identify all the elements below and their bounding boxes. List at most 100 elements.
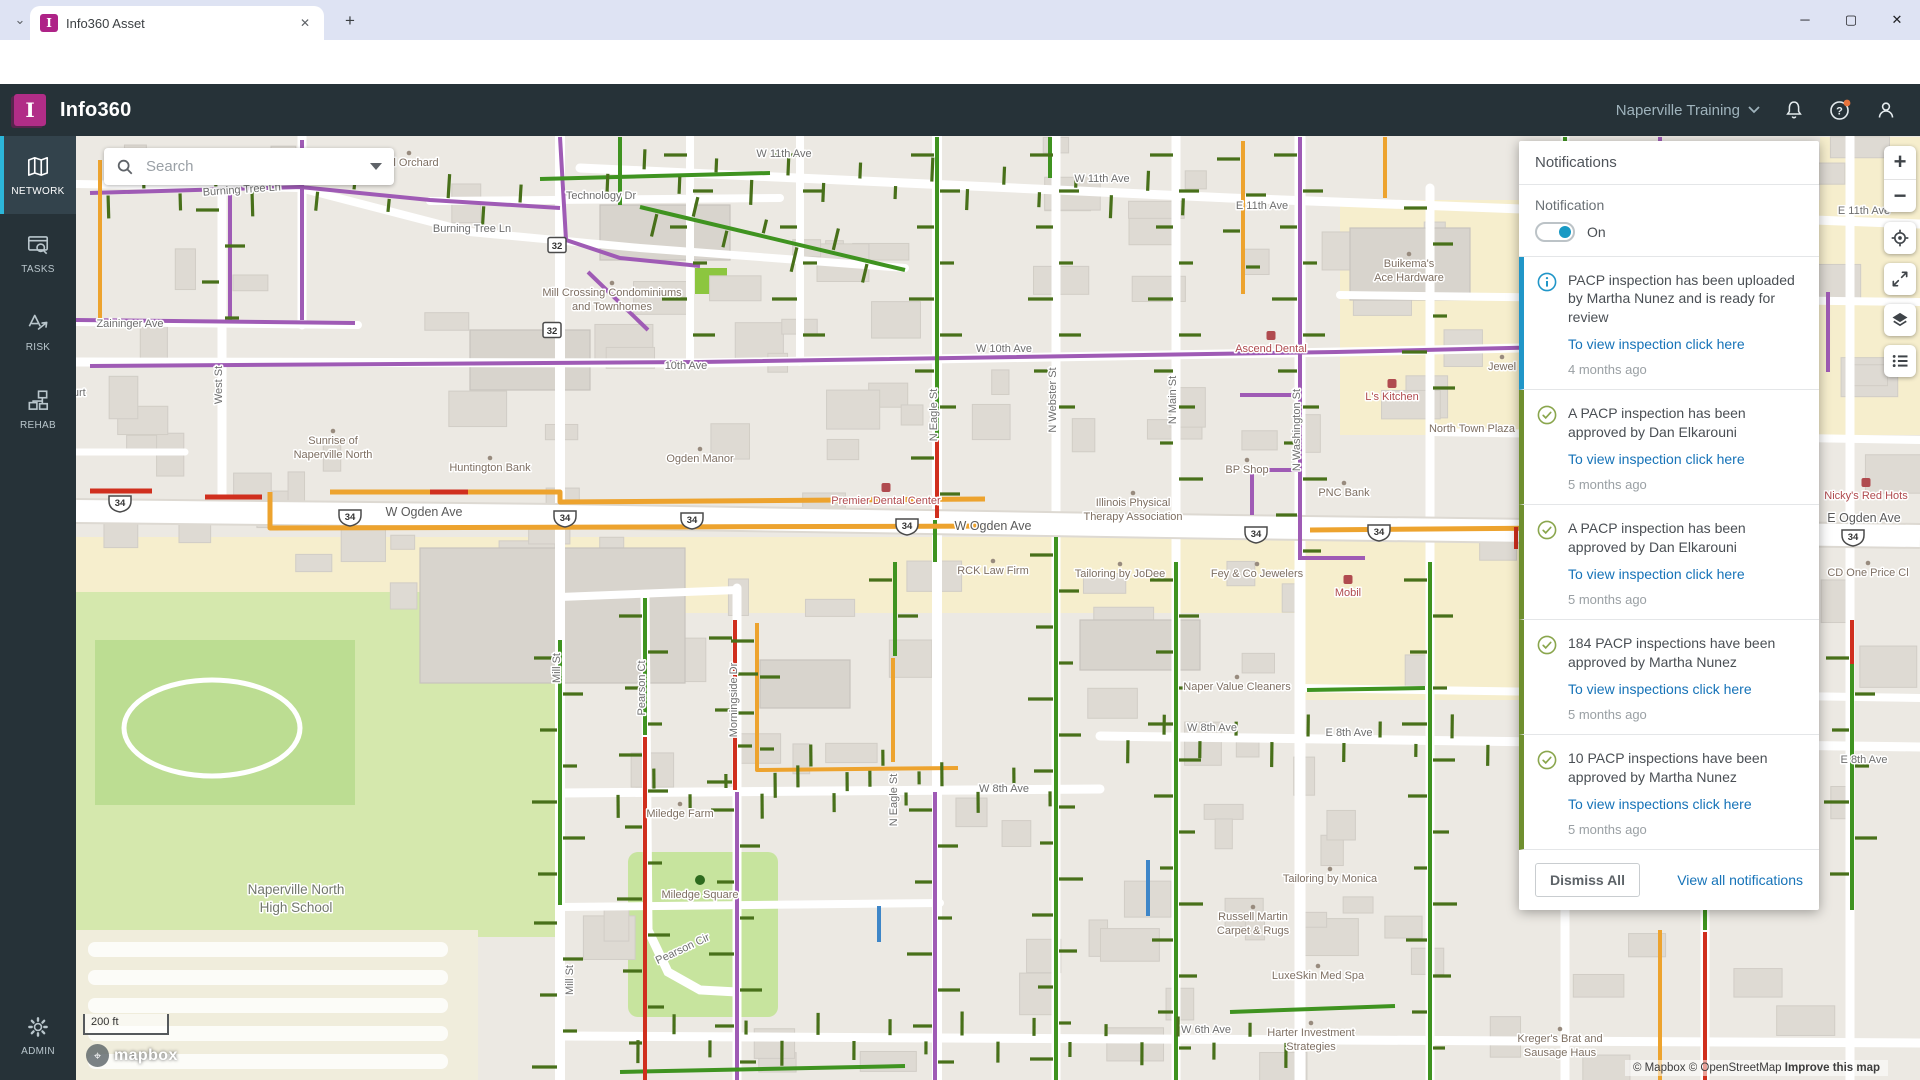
notification-timestamp: 5 months ago xyxy=(1568,477,1805,492)
svg-text:10th Ave: 10th Ave xyxy=(665,360,708,372)
notification-item: 184 PACP inspections have been approved … xyxy=(1519,620,1819,735)
svg-text:Nicky's Red Hots: Nicky's Red Hots xyxy=(1824,490,1908,502)
search-input[interactable] xyxy=(144,157,360,176)
attribution-text[interactable]: © Mapbox © OpenStreetMap xyxy=(1633,1062,1782,1074)
svg-text:Naperville North: Naperville North xyxy=(248,882,345,897)
browser-tab[interactable]: I Info360 Asset ✕ xyxy=(30,6,324,40)
svg-text:and Townhomes: and Townhomes xyxy=(572,301,652,313)
chevron-down-icon xyxy=(1748,106,1760,114)
risk-icon xyxy=(25,310,51,336)
info360-logo-icon: I xyxy=(14,94,46,126)
notification-link[interactable]: To view inspection click here xyxy=(1568,566,1805,582)
new-tab-button[interactable]: + xyxy=(338,9,362,33)
notification-toggle-label: Notification xyxy=(1535,197,1803,213)
sidebar-item-admin[interactable]: ADMIN xyxy=(0,996,76,1074)
rehab-icon xyxy=(25,388,51,414)
sidebar-nav: NETWORK TASKS RISK R xyxy=(0,136,76,1080)
svg-text:Sausage Haus: Sausage Haus xyxy=(1524,1047,1597,1059)
svg-text:Harter Investment: Harter Investment xyxy=(1267,1027,1354,1039)
notification-link[interactable]: To view inspections click here xyxy=(1568,796,1805,812)
svg-text:Mill St: Mill St xyxy=(564,965,576,995)
svg-text:E 8th Ave: E 8th Ave xyxy=(1326,727,1373,739)
svg-text:34: 34 xyxy=(1251,529,1262,540)
notification-timestamp: 5 months ago xyxy=(1568,592,1805,607)
notification-toggle-state: On xyxy=(1587,224,1606,240)
window-maximize-button[interactable]: ▢ xyxy=(1828,0,1874,40)
svg-text:Premier Dental Center: Premier Dental Center xyxy=(831,495,941,507)
tab-close-icon[interactable]: ✕ xyxy=(296,14,314,32)
network-map-icon xyxy=(25,154,51,180)
sidebar-item-tasks[interactable]: TASKS xyxy=(0,214,76,292)
mapbox-logo[interactable]: ⌖ mapbox xyxy=(86,1044,178,1067)
notification-item: PACP inspection has been uploaded by Mar… xyxy=(1519,257,1819,390)
user-account-icon[interactable] xyxy=(1874,98,1898,122)
svg-text:Kreger's Brat and: Kreger's Brat and xyxy=(1517,1033,1602,1045)
sidebar-label-risk: RISK xyxy=(26,342,51,353)
layers-button[interactable] xyxy=(1884,304,1916,336)
notification-message: 10 PACP inspections have been approved b… xyxy=(1568,749,1805,786)
notifications-bell-icon[interactable] xyxy=(1782,98,1806,122)
svg-text:Naperville North: Naperville North xyxy=(294,449,373,461)
view-all-notifications-link[interactable]: View all notifications xyxy=(1677,872,1803,888)
sidebar-item-network[interactable]: NETWORK xyxy=(0,136,76,214)
svg-text:W 8th Ave: W 8th Ave xyxy=(1187,722,1237,734)
notification-timestamp: 5 months ago xyxy=(1568,822,1805,837)
notification-message: A PACP inspection has been approved by D… xyxy=(1568,519,1805,556)
zoom-in-button[interactable]: + xyxy=(1884,146,1916,180)
sidebar-label-admin: ADMIN xyxy=(21,1046,55,1057)
svg-text:E 11th Ave: E 11th Ave xyxy=(1838,205,1890,217)
svg-text:Jewel: Jewel xyxy=(1488,361,1516,373)
sidebar-item-rehab[interactable]: REHAB xyxy=(0,370,76,448)
svg-text:Buikema's: Buikema's xyxy=(1384,258,1435,270)
svg-text:CD One Price Cl: CD One Price Cl xyxy=(1827,567,1908,579)
help-icon[interactable]: ? xyxy=(1828,98,1852,122)
sidebar-item-risk[interactable]: RISK xyxy=(0,292,76,370)
notification-toggle[interactable] xyxy=(1535,222,1575,242)
app-title: Info360 xyxy=(60,99,131,122)
notifications-panel-footer: Dismiss All View all notifications xyxy=(1519,850,1819,910)
notification-timestamp: 5 months ago xyxy=(1568,707,1805,722)
notifications-panel-title: Notifications xyxy=(1519,141,1819,185)
browser-toolbar: ← → ⟳ asset.info360.com/map#/map/streets… xyxy=(0,40,1920,84)
notification-link[interactable]: To view inspection click here xyxy=(1568,336,1805,352)
svg-text:W Ogden Ave: W Ogden Ave xyxy=(955,519,1032,533)
svg-text:Russell Martin: Russell Martin xyxy=(1218,911,1288,923)
notification-link[interactable]: To view inspection click here xyxy=(1568,451,1805,467)
svg-text:N Eagle St: N Eagle St xyxy=(928,389,940,442)
browser-tab-strip: ⌄ I Info360 Asset ✕ + ─ ▢ ✕ xyxy=(0,0,1920,40)
search-dropdown-caret-icon[interactable] xyxy=(370,163,382,170)
info-icon xyxy=(1537,272,1557,292)
window-close-button[interactable]: ✕ xyxy=(1874,0,1920,40)
svg-text:Ace Hardware: Ace Hardware xyxy=(1374,272,1444,284)
fullscreen-button[interactable] xyxy=(1884,263,1916,295)
tab-list-chevron-icon[interactable]: ⌄ xyxy=(10,10,30,30)
notification-timestamp: 4 months ago xyxy=(1568,362,1805,377)
svg-text:West St: West St xyxy=(213,366,225,404)
svg-text:Miledge Farm: Miledge Farm xyxy=(646,808,713,820)
svg-text:Tailoring by Monica: Tailoring by Monica xyxy=(1283,873,1378,885)
notification-link[interactable]: To view inspections click here xyxy=(1568,681,1805,697)
success-check-icon xyxy=(1537,520,1557,540)
svg-text:34: 34 xyxy=(115,498,126,509)
window-controls: ─ ▢ ✕ xyxy=(1782,0,1920,40)
svg-text:Huntington Bank: Huntington Bank xyxy=(449,462,531,474)
dismiss-all-button[interactable]: Dismiss All xyxy=(1535,863,1640,897)
success-check-icon xyxy=(1537,750,1557,770)
map-controls: + − xyxy=(1884,146,1916,386)
svg-text:N Washington St: N Washington St xyxy=(1291,389,1303,471)
improve-map-link[interactable]: Improve this map xyxy=(1785,1062,1880,1074)
svg-text:Ogden Manor: Ogden Manor xyxy=(666,453,734,465)
geolocate-button[interactable] xyxy=(1884,222,1916,254)
svg-text:Carpet & Rugs: Carpet & Rugs xyxy=(1217,925,1290,937)
svg-text:34: 34 xyxy=(1374,527,1385,538)
zoom-out-button[interactable]: − xyxy=(1884,180,1916,213)
svg-text:34: 34 xyxy=(560,513,571,524)
workspace-selector[interactable]: Naperville Training xyxy=(1616,102,1760,119)
window-minimize-button[interactable]: ─ xyxy=(1782,0,1828,40)
legend-list-button[interactable] xyxy=(1884,345,1916,377)
map-scale-bar: 200 ft xyxy=(83,1014,169,1035)
svg-text:34: 34 xyxy=(687,515,698,526)
notification-message: 184 PACP inspections have been approved … xyxy=(1568,634,1805,671)
svg-text:Mill St: Mill St xyxy=(551,653,563,683)
layers-icon xyxy=(1890,310,1910,330)
